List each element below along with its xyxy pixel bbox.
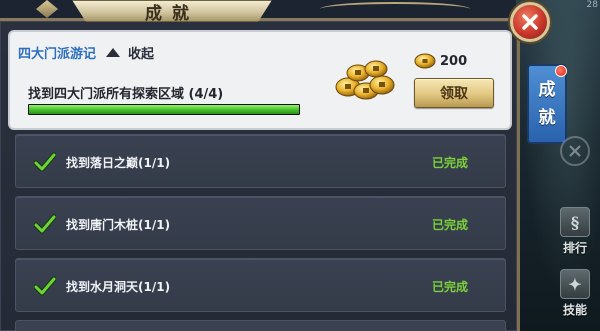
x-icon (569, 145, 581, 157)
sub-task-label: 找到落日之巅(1/1) (66, 156, 171, 170)
check-icon (34, 152, 56, 172)
collapse-label: 收起 (128, 47, 155, 62)
sub-task-row: 找到落日之巅(1/1) 已完成 (15, 134, 506, 188)
rank-icon: § (560, 207, 590, 237)
sub-task-status: 已完成 (432, 156, 469, 170)
skill-icon: ✦ (560, 269, 590, 299)
coin-pile-icon (335, 60, 395, 100)
coin-icon (414, 53, 436, 69)
page-title: 成就 (145, 3, 199, 24)
corner-counter: 28 (586, 0, 598, 10)
frame-ornament-icon (36, 0, 58, 18)
check-icon (34, 276, 56, 296)
sub-task-row: 找到水月洞天(1/1) 已完成 (15, 258, 506, 312)
sub-task-label: 找到唐门木桩(1/1) (66, 218, 171, 232)
close-button[interactable] (510, 2, 550, 42)
notification-dot (555, 65, 567, 77)
tab-achievement-char-2: 就 (538, 108, 556, 128)
frame-arc-ornament (320, 2, 470, 16)
title-ribbon: 成就 (72, 0, 272, 22)
achievement-task: 找到四大门派所有探索区域 (4/4) (28, 87, 224, 102)
collapse-toggle[interactable]: 收起 (106, 43, 154, 62)
rank-button[interactable]: § 排行 (555, 200, 595, 256)
rank-label: 排行 (562, 241, 587, 255)
sub-task-label: 找到水月洞天(1/1) (66, 280, 171, 294)
background-close-icon (560, 136, 590, 166)
reward-amount: 200 (440, 54, 468, 69)
check-icon (34, 214, 56, 234)
skill-button[interactable]: ✦ 技能 (555, 262, 595, 318)
sub-task-row: 找到唐门木桩(1/1) 已完成 (15, 196, 506, 250)
tab-achievement-char-1: 成 (538, 80, 556, 100)
achievement-title: 四大门派游记 (18, 47, 97, 62)
sub-task-status: 已完成 (432, 280, 469, 294)
claim-button[interactable]: 领取 (414, 78, 494, 108)
sub-task-status: 已完成 (432, 218, 469, 232)
skill-label: 技能 (562, 303, 587, 317)
card-header: 四大门派游记 收起 (18, 43, 154, 62)
close-icon (522, 14, 538, 30)
progress-fill (29, 105, 299, 114)
next-row-peek (15, 320, 506, 331)
progress-bar (28, 104, 300, 115)
caret-up-icon (106, 48, 121, 57)
